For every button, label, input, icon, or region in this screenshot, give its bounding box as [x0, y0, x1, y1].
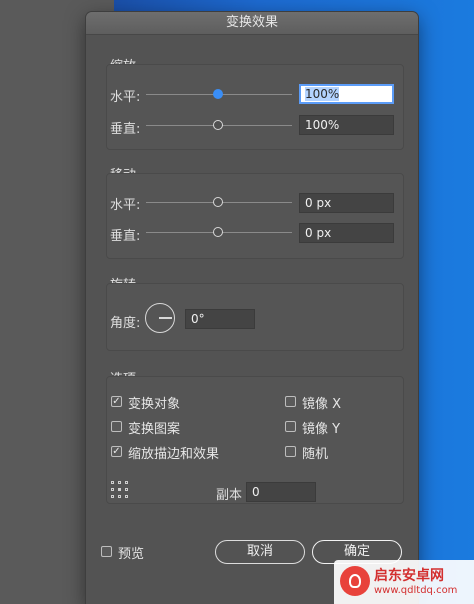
scale-vertical-label: 垂直:	[110, 122, 141, 137]
copies-label: 副本	[216, 488, 243, 503]
watermark-title: 启东安卓网	[374, 568, 444, 584]
preview-label: 预览	[118, 547, 145, 562]
reflect-y-checkbox[interactable]	[285, 421, 296, 432]
preview-checkbox[interactable]	[101, 546, 112, 557]
watermark: 启东安卓网 www.qdltdq.com	[334, 560, 474, 604]
transform-patterns-label: 变换图案	[128, 422, 181, 437]
scale-vertical-slider[interactable]	[213, 120, 223, 130]
reflect-x-checkbox[interactable]	[285, 396, 296, 407]
scale-strokes-label: 缩放描边和效果	[128, 447, 220, 462]
scale-horizontal-slider[interactable]	[213, 89, 223, 99]
move-horizontal-input[interactable]: 0 px	[299, 193, 394, 213]
scale-horizontal-label: 水平:	[110, 90, 141, 105]
angle-dial[interactable]	[145, 303, 175, 333]
move-vertical-slider[interactable]	[213, 227, 223, 237]
watermark-logo-icon	[340, 566, 370, 596]
rotate-angle-label: 角度:	[110, 316, 141, 331]
cancel-button[interactable]: 取消	[215, 540, 305, 564]
transform-patterns-checkbox[interactable]	[111, 421, 122, 432]
rotate-angle-input[interactable]: 0°	[185, 309, 255, 329]
move-vertical-input[interactable]: 0 px	[299, 223, 394, 243]
transform-objects-checkbox[interactable]: ✓	[111, 396, 122, 407]
transform-effect-dialog: 变换效果 缩放 水平: 100% 垂直: 100% 移动 水平: 0 px 垂直…	[86, 12, 418, 604]
watermark-url: www.qdltdq.com	[374, 585, 458, 596]
scale-horizontal-input[interactable]: 100%	[299, 84, 394, 104]
move-horizontal-slider[interactable]	[213, 197, 223, 207]
scale-strokes-checkbox[interactable]: ✓	[111, 446, 122, 457]
random-checkbox[interactable]	[285, 446, 296, 457]
dialog-title: 变换效果	[86, 12, 418, 35]
move-vertical-label: 垂直:	[110, 229, 141, 244]
random-label: 随机	[302, 447, 329, 462]
move-horizontal-label: 水平:	[110, 198, 141, 213]
reference-point-icon[interactable]	[111, 481, 129, 499]
scale-vertical-input[interactable]: 100%	[299, 115, 394, 135]
copies-input[interactable]: 0	[246, 482, 316, 502]
reflect-y-label: 镜像 Y	[302, 422, 341, 437]
reflect-x-label: 镜像 X	[302, 397, 342, 412]
move-group	[106, 173, 404, 259]
transform-objects-label: 变换对象	[128, 397, 181, 412]
scale-group	[106, 64, 404, 150]
